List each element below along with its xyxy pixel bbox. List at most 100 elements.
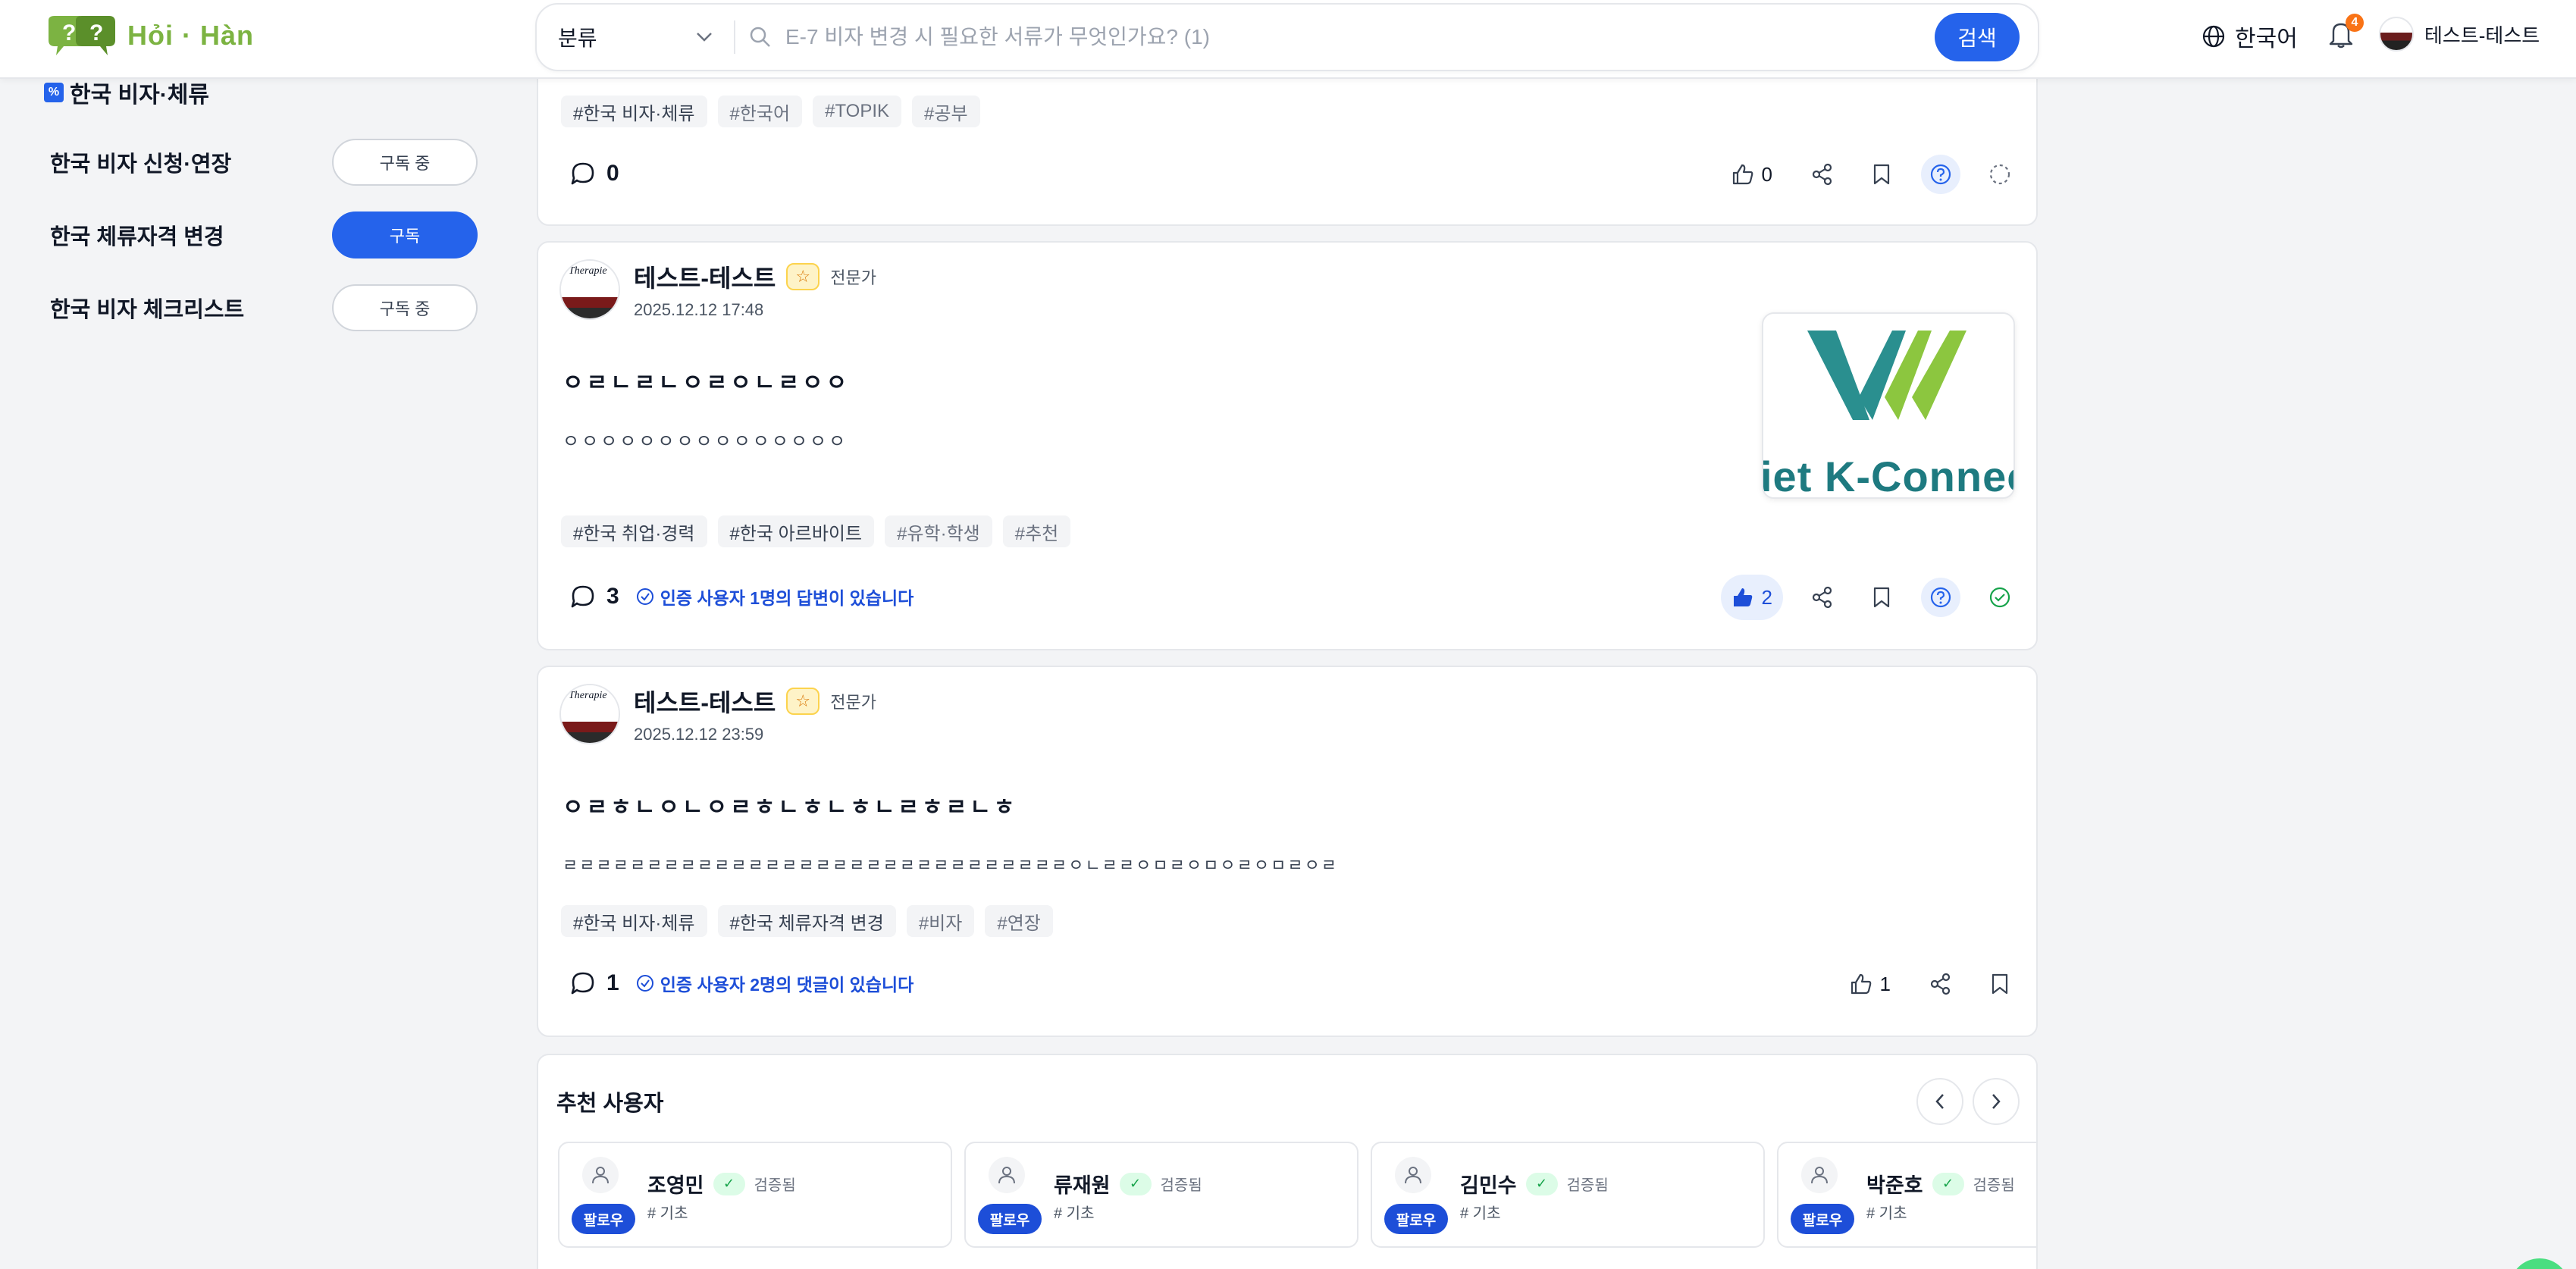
tag[interactable]: #비자 bbox=[906, 905, 975, 937]
tag[interactable]: #한국 체류자격 변경 bbox=[717, 905, 896, 937]
post-author[interactable]: Therapie 테스트-테스트 ☆ 전문가 2025.12.12 17:48 bbox=[559, 259, 876, 320]
post-thumbnail[interactable]: iet K-Connec bbox=[1762, 312, 2015, 499]
user-level: # 기초 bbox=[1054, 1205, 1095, 1222]
follow-button[interactable]: 팔로우 bbox=[978, 1204, 1042, 1234]
follow-button[interactable]: 팔로우 bbox=[1384, 1204, 1448, 1234]
follow-button[interactable]: 팔로우 bbox=[572, 1204, 635, 1234]
category-select[interactable]: 분류 bbox=[537, 5, 734, 70]
user-tile[interactable]: 류재원 ✓ 검증됨 # 기초 팔로우 bbox=[964, 1142, 1359, 1248]
dashed-circle-icon bbox=[1988, 163, 2011, 186]
question-button[interactable] bbox=[1921, 578, 1960, 617]
comment-button[interactable]: 0 bbox=[570, 161, 619, 186]
tag[interactable]: #한국 비자·체류 bbox=[561, 905, 707, 937]
tag[interactable]: #추천 bbox=[1002, 515, 1071, 547]
prev-button[interactable] bbox=[1916, 1078, 1963, 1125]
like-button[interactable]: 0 bbox=[1721, 152, 1783, 197]
sidebar-item-label[interactable]: 한국 체류자격 변경 bbox=[50, 219, 224, 251]
user-tile-list: 조영민 ✓ 검증됨 # 기초 팔로우 류재원 ✓ 검증됨 # 기초 팔로우 김민… bbox=[558, 1142, 2036, 1248]
post-card[interactable]: Therapie 테스트-테스트 ☆ 전문가 2025.12.12 23:59 … bbox=[537, 666, 2038, 1037]
tag[interactable]: #한국 아르바이트 bbox=[717, 515, 875, 547]
search-button[interactable]: 검색 bbox=[1935, 13, 2020, 61]
follow-button[interactable]: 팔로우 bbox=[1791, 1204, 1854, 1234]
verified-comment-text: 인증 사용자 2명의 댓글이 있습니다 bbox=[660, 975, 914, 995]
like-count: 1 bbox=[1879, 972, 1891, 995]
question-button[interactable] bbox=[1921, 155, 1960, 194]
expert-label: 전문가 bbox=[830, 693, 877, 712]
user-menu[interactable]: 테스트-테스트 bbox=[2379, 17, 2540, 52]
share-icon bbox=[1929, 973, 1952, 995]
site-logo[interactable]: ? ? Hỏi · Hàn bbox=[45, 9, 254, 62]
language-selector[interactable]: 한국어 bbox=[2202, 20, 2298, 53]
verified-comment-note: 인증 사용자 2명의 댓글이 있습니다 bbox=[636, 970, 914, 996]
sidebar-item-label[interactable]: 한국 비자 신청·연장 bbox=[50, 146, 231, 178]
sidebar-item-label[interactable]: 한국 비자 체크리스트 bbox=[50, 292, 244, 324]
logo-mark-icon: ? ? bbox=[45, 14, 118, 57]
check-circle-icon bbox=[636, 974, 654, 992]
category-select-value: 분류 bbox=[558, 27, 597, 50]
top-header: ? ? Hỏi · Hàn 분류 검색 한국어 4 bbox=[0, 0, 2576, 79]
verified-label: 검증됨 bbox=[1160, 1177, 1202, 1194]
subscribe-button[interactable]: 구독 중 bbox=[332, 284, 478, 331]
like-button[interactable]: 1 bbox=[1839, 961, 1901, 1007]
subscribe-button[interactable]: 구독 bbox=[332, 212, 478, 258]
post-actions-right: 1 bbox=[1839, 961, 2020, 1007]
star-icon: ☆ bbox=[786, 688, 820, 715]
comment-icon bbox=[570, 584, 596, 609]
bookmark-icon bbox=[1872, 163, 1891, 186]
share-icon bbox=[1811, 163, 1834, 186]
sidebar-category[interactable]: % 한국 비자·체류 bbox=[44, 76, 209, 109]
post-tags: #한국 비자·체류 #한국 체류자격 변경 #비자 #연장 bbox=[561, 905, 1053, 937]
star-icon: ☆ bbox=[786, 263, 820, 290]
post-author[interactable]: Therapie 테스트-테스트 ☆ 전문가 2025.12.12 23:59 bbox=[559, 684, 876, 744]
user-tile[interactable]: 김민수 ✓ 검증됨 # 기초 팔로우 bbox=[1371, 1142, 1765, 1248]
user-level: # 기초 bbox=[1460, 1205, 1501, 1222]
comment-button[interactable]: 3 bbox=[570, 584, 619, 609]
verified-answer-text: 인증 사용자 1명의 답변이 있습니다 bbox=[660, 588, 914, 608]
post-body: ㄹㄹㄹㄹㄹㄹㄹㄹㄹㄹㄹㄹㄹㄹㄹㄹㄹㄹㄹㄹㄹㄹㄹㄹㄹㄹㄹㄹㄹㄹㅇㄴㄹㄹㅇㅁㄹㅇㅁㅇ… bbox=[563, 856, 1339, 875]
tag[interactable]: #연장 bbox=[985, 905, 1053, 937]
post-tags: #한국 취업·경력 #한국 아르바이트 #유학·학생 #추천 bbox=[561, 515, 1071, 547]
share-button[interactable] bbox=[1803, 578, 1842, 617]
globe-icon bbox=[2202, 24, 2226, 49]
tag[interactable]: #한국어 bbox=[717, 96, 803, 127]
verified-answer-note: 인증 사용자 1명의 답변이 있습니다 bbox=[636, 584, 914, 609]
like-button[interactable]: 2 bbox=[1720, 575, 1783, 620]
vietk-logo-icon bbox=[1807, 331, 1966, 420]
post-actions-right: 2 bbox=[1720, 575, 2020, 620]
status-resolved-button[interactable] bbox=[1980, 578, 2020, 617]
user-level: # 기초 bbox=[647, 1205, 688, 1222]
svg-text:?: ? bbox=[89, 20, 103, 45]
tag[interactable]: #공부 bbox=[912, 96, 980, 127]
bookmark-button[interactable] bbox=[1862, 578, 1901, 617]
floating-action-button[interactable] bbox=[2509, 1258, 2570, 1269]
comment-icon bbox=[570, 970, 596, 996]
next-button[interactable] bbox=[1973, 1078, 2020, 1125]
post-title[interactable]: ㅇㄹㄴㄹㄴㅇㄹㅇㄴㄹㅇㅇ bbox=[563, 364, 850, 397]
bookmark-button[interactable] bbox=[1862, 155, 1901, 194]
user-name: 조영민 bbox=[647, 1174, 704, 1197]
expert-label: 전문가 bbox=[830, 268, 877, 287]
verified-label: 검증됨 bbox=[754, 1177, 796, 1194]
post-card[interactable]: Therapie 테스트-테스트 ☆ 전문가 2025.12.12 17:48 … bbox=[537, 241, 2038, 650]
post-title[interactable]: ㅇㄹㅎㄴㅇㄴㅇㄹㅎㄴㅎㄴㅎㄴㄹㅎㄹㄴㅎ bbox=[563, 788, 1017, 822]
user-tile[interactable]: 조영민 ✓ 검증됨 # 기초 팔로우 bbox=[558, 1142, 952, 1248]
comment-button[interactable]: 1 bbox=[570, 970, 619, 996]
status-pending-button[interactable] bbox=[1980, 155, 2020, 194]
like-count: 2 bbox=[1761, 585, 1772, 609]
user-avatar bbox=[2379, 17, 2414, 52]
question-icon bbox=[1929, 586, 1952, 609]
thumbs-up-icon bbox=[1850, 973, 1872, 995]
tag[interactable]: #한국 취업·경력 bbox=[561, 515, 707, 547]
tag[interactable]: #한국 비자·체류 bbox=[561, 96, 707, 127]
bookmark-button[interactable] bbox=[1980, 964, 2020, 1004]
share-button[interactable] bbox=[1803, 155, 1842, 194]
subscribe-button[interactable]: 구독 중 bbox=[332, 139, 478, 186]
tag[interactable]: #유학·학생 bbox=[885, 515, 992, 547]
search-input[interactable] bbox=[785, 25, 1847, 49]
user-tile[interactable]: 박준호 ✓ 검증됨 # 기초 팔로우 bbox=[1777, 1142, 2036, 1248]
avatar-logo: Therapie bbox=[569, 690, 607, 701]
user-icon bbox=[1801, 1157, 1838, 1193]
share-button[interactable] bbox=[1921, 964, 1960, 1004]
tag[interactable]: #TOPIK bbox=[813, 96, 902, 127]
notification-button[interactable]: 4 bbox=[2327, 14, 2364, 50]
